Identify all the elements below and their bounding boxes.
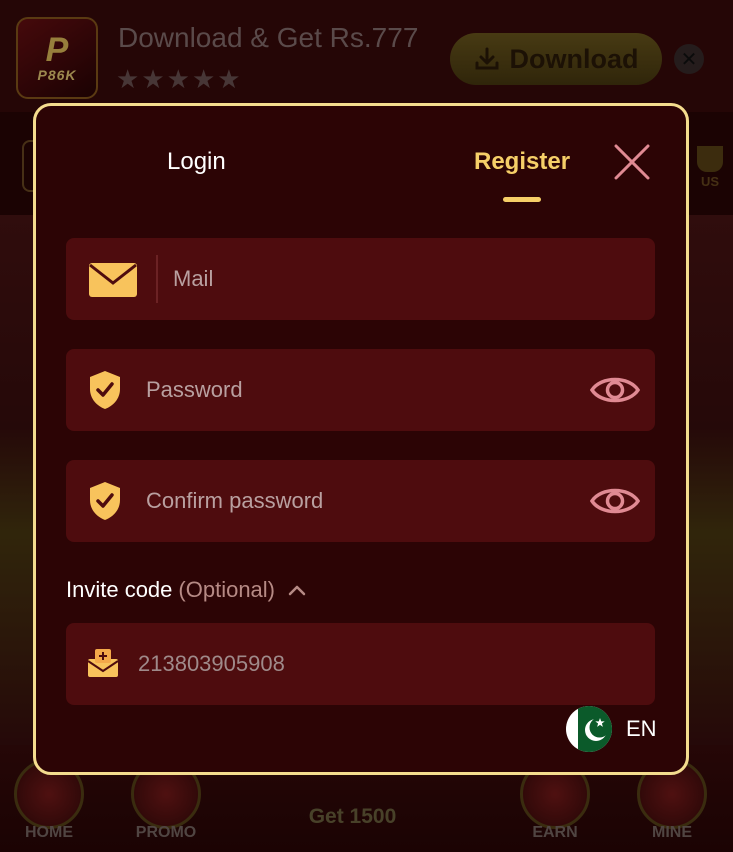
mail-placeholder: Mail (173, 266, 214, 291)
field-divider (156, 255, 158, 303)
invite-optional-text: (Optional) (178, 577, 275, 602)
language-selector[interactable]: EN (566, 706, 657, 752)
chevron-up-icon[interactable] (287, 583, 307, 597)
eye-icon[interactable] (589, 371, 641, 409)
mail-field[interactable]: Mail (66, 238, 655, 320)
password-placeholder: Password (146, 377, 243, 402)
shield-check-icon (90, 482, 120, 520)
confirm-password-field[interactable]: Confirm password (66, 460, 655, 542)
invite-code-value: 213803905908 (138, 651, 285, 676)
tab-register[interactable]: Register (474, 148, 570, 176)
register-modal: Login Register Mail Password Confirm pas… (33, 103, 689, 775)
active-tab-indicator (503, 197, 541, 202)
invite-code-field[interactable]: 213803905908 (66, 623, 655, 705)
confirm-password-placeholder: Confirm password (146, 488, 324, 513)
gift-envelope-icon (87, 649, 119, 677)
invite-label-text: Invite code (66, 577, 173, 602)
password-field[interactable]: Password (66, 349, 655, 431)
envelope-icon (89, 263, 137, 297)
language-code: EN (626, 716, 657, 741)
shield-check-icon (90, 371, 120, 409)
tab-login[interactable]: Login (167, 148, 226, 176)
close-icon[interactable] (612, 142, 652, 182)
invite-code-label: Invite code (Optional) (66, 577, 307, 603)
eye-icon[interactable] (589, 482, 641, 520)
pakistan-flag-icon (566, 706, 612, 752)
